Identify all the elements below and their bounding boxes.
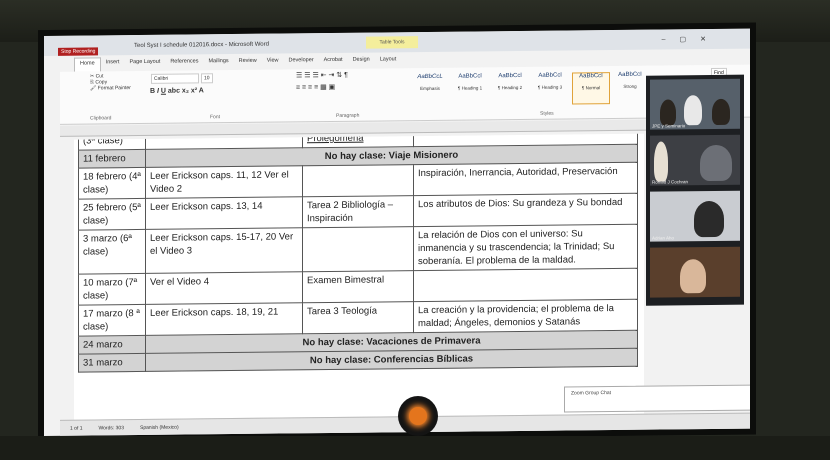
style-name: ¶ Heading 2: [497, 84, 523, 91]
video-tile[interactable]: Adrian Aho: [650, 190, 740, 242]
topic-cell: Los atributos de Dios: Su grandeza y Su …: [413, 193, 638, 227]
style-name: ¶ Normal: [581, 85, 601, 91]
tab-home[interactable]: Home: [74, 57, 101, 72]
window-controls[interactable]: –▢✕: [662, 35, 720, 44]
participant-figure: [694, 200, 724, 238]
style-name: ¶ Heading 1: [457, 85, 483, 91]
schedule-table: (3ª clase) Prolegómena 11 febrero No hay cl…: [78, 133, 638, 373]
topic-cell: Inspiración, Inerrancia, Autoridad, Pres…: [413, 162, 638, 196]
style-preview: AaBbCcL: [417, 73, 443, 81]
tab-review[interactable]: Review: [234, 56, 262, 70]
word-count[interactable]: Words: 303: [99, 425, 124, 431]
align-buttons[interactable]: ≡ ≡ ≡ ≡ ▦ ▣: [296, 82, 406, 91]
style-strong[interactable]: AaBbCcI Strong: [612, 72, 648, 102]
font-name-select[interactable]: Calibri: [151, 73, 199, 84]
date-cell: 11 febrero: [78, 149, 146, 169]
topic-cell: La creación y la providencia; el problem…: [413, 299, 638, 333]
table-tools-tab: Table Tools: [366, 36, 418, 49]
paragraph-group: ☰ ☰ ☰ ⇤ ⇥ ⇅ ¶ ≡ ≡ ≡ ≡ ▦ ▣: [296, 70, 406, 92]
tab-page-layout[interactable]: Page Layout: [124, 57, 165, 71]
table-row: 3 marzo (6ª clase) Leer Erickson caps. 15…: [78, 224, 638, 275]
tab-acrobat[interactable]: Acrobat: [319, 55, 348, 69]
tab-design[interactable]: Design: [348, 55, 375, 69]
webcam-light: [398, 396, 438, 436]
document-page: (3ª clase) Prolegómena 11 febrero No hay cl…: [74, 133, 644, 430]
reading-cell: Ver el Video 4: [145, 271, 303, 305]
font-format-buttons[interactable]: B I U abc x₂ x² A: [150, 87, 280, 95]
tab-developer[interactable]: Developer: [284, 55, 319, 69]
video-tile[interactable]: JPE y Seminario: [650, 78, 740, 130]
task-cell: Tarea 2 Bibliología – Inspiración: [302, 195, 414, 228]
styles-group-label: Styles: [540, 110, 554, 117]
reading-cell: Leer Erickson caps. 18, 19, 21: [145, 302, 303, 336]
clipboard-group: ✂ Cut ⎘ Copy 🖌 Format Painter: [90, 73, 140, 92]
date-cell: 24 marzo: [78, 335, 146, 355]
date-cell: 18 febrero (4ª clase): [78, 167, 146, 200]
participant-figure: [654, 141, 668, 182]
style-heading-3[interactable]: AaBbCcl ¶ Heading 3: [532, 73, 568, 103]
participant-figure: [660, 99, 676, 126]
style-name: Emphasis: [420, 85, 440, 92]
participant-figure: [684, 95, 702, 126]
participant-figure: [712, 98, 730, 126]
reading-cell: Leer Erickson caps. 13, 14: [145, 196, 303, 230]
tab-view[interactable]: View: [262, 55, 284, 69]
style-name: ¶ Heading 3: [537, 84, 563, 90]
date-cell: 3 marzo (6ª clase): [78, 229, 146, 275]
format-painter-button[interactable]: 🖌 Format Painter: [90, 85, 140, 92]
style-preview: AaBbCcI: [618, 71, 642, 78]
date-cell: 10 marzo (7ª clase): [78, 273, 146, 306]
tab-layout[interactable]: Layout: [375, 54, 402, 68]
tab-insert[interactable]: Insert: [101, 57, 125, 71]
participant-name: Adrian Aho: [652, 235, 675, 241]
no-class-cell: No hay clase: Conferencias Bíblicas: [145, 348, 638, 372]
style-preview: AaBbCcl: [538, 72, 562, 79]
stop-recording-button[interactable]: Stop Recording: [58, 47, 99, 56]
list-buttons[interactable]: ☰ ☰ ☰ ⇤ ⇥ ⇅ ¶: [296, 70, 406, 80]
tab-mailings[interactable]: Mailings: [203, 56, 233, 70]
task-cell: [302, 164, 414, 197]
language-indicator[interactable]: Spanish (Mexico): [140, 425, 179, 431]
participant-figure: [700, 144, 732, 182]
font-group: Calibri 10 B I U abc x₂ x² A: [150, 72, 280, 95]
task-cell: Examen Bimestral: [302, 270, 414, 303]
style-normal[interactable]: AaBbCcI ¶ Normal: [572, 72, 610, 105]
style-heading-2[interactable]: AaBbCcl ¶ Heading 2: [492, 73, 528, 103]
style-preview: AaBbCcl: [498, 72, 522, 80]
screen: Stop Recording Teol Syst I schedule 0120…: [44, 28, 750, 437]
zoom-group-chat-window[interactable]: Zoom Group Chat: [564, 384, 750, 413]
reading-cell: Leer Erickson caps. 15-17, 20 Ver el Vid…: [145, 227, 303, 274]
style-preview: AaBbCcl: [458, 73, 482, 80]
date-cell: 25 febrero (5ª clase): [78, 198, 146, 231]
zoom-video-panel: JPE y Seminario Ronald J Cochran Adrian …: [646, 74, 744, 306]
task-cell: [302, 226, 414, 272]
zoom-chat-title: Zoom Group Chat: [571, 390, 612, 397]
format-painter-label: Format Painter: [97, 85, 131, 92]
task-cell: Tarea 3 Teología: [302, 301, 414, 334]
topic-cell: La relación de Dios con el universo: Su …: [413, 224, 638, 271]
participant-name: JPE y Seminario: [652, 123, 686, 129]
style-emphasis[interactable]: AaBbCcL Emphasis: [412, 74, 448, 104]
style-heading-1[interactable]: AaBbCcl ¶ Heading 1: [452, 73, 488, 103]
window-title: Teol Syst I schedule 012016.docx - Micro…: [134, 41, 269, 50]
video-tile[interactable]: Ronald J Cochran: [650, 134, 740, 186]
topic-cell: [413, 268, 638, 302]
video-tile[interactable]: [650, 246, 740, 298]
date-cell: 31 marzo: [78, 353, 146, 373]
paragraph-group-label: Paragraph: [336, 112, 360, 119]
task-cell: Prolegómena: [302, 133, 414, 148]
style-name: Strong: [623, 83, 637, 89]
font-group-label: Font: [210, 114, 221, 121]
page-count: 1 of 1: [70, 425, 83, 432]
font-size-select[interactable]: 10: [201, 73, 213, 84]
tab-references[interactable]: References: [165, 56, 203, 70]
style-preview: AaBbCcI: [579, 73, 603, 80]
monitor-bezel-bottom: [0, 436, 830, 460]
clipboard-group-label: Clipboard: [90, 115, 112, 122]
participant-figure: [680, 259, 706, 294]
reading-cell: Leer Erickson caps. 11, 12 Ver el Video …: [145, 165, 303, 199]
participant-name: Ronald J Cochran: [652, 179, 689, 185]
date-cell: 17 marzo (8 ª clase): [78, 304, 146, 337]
